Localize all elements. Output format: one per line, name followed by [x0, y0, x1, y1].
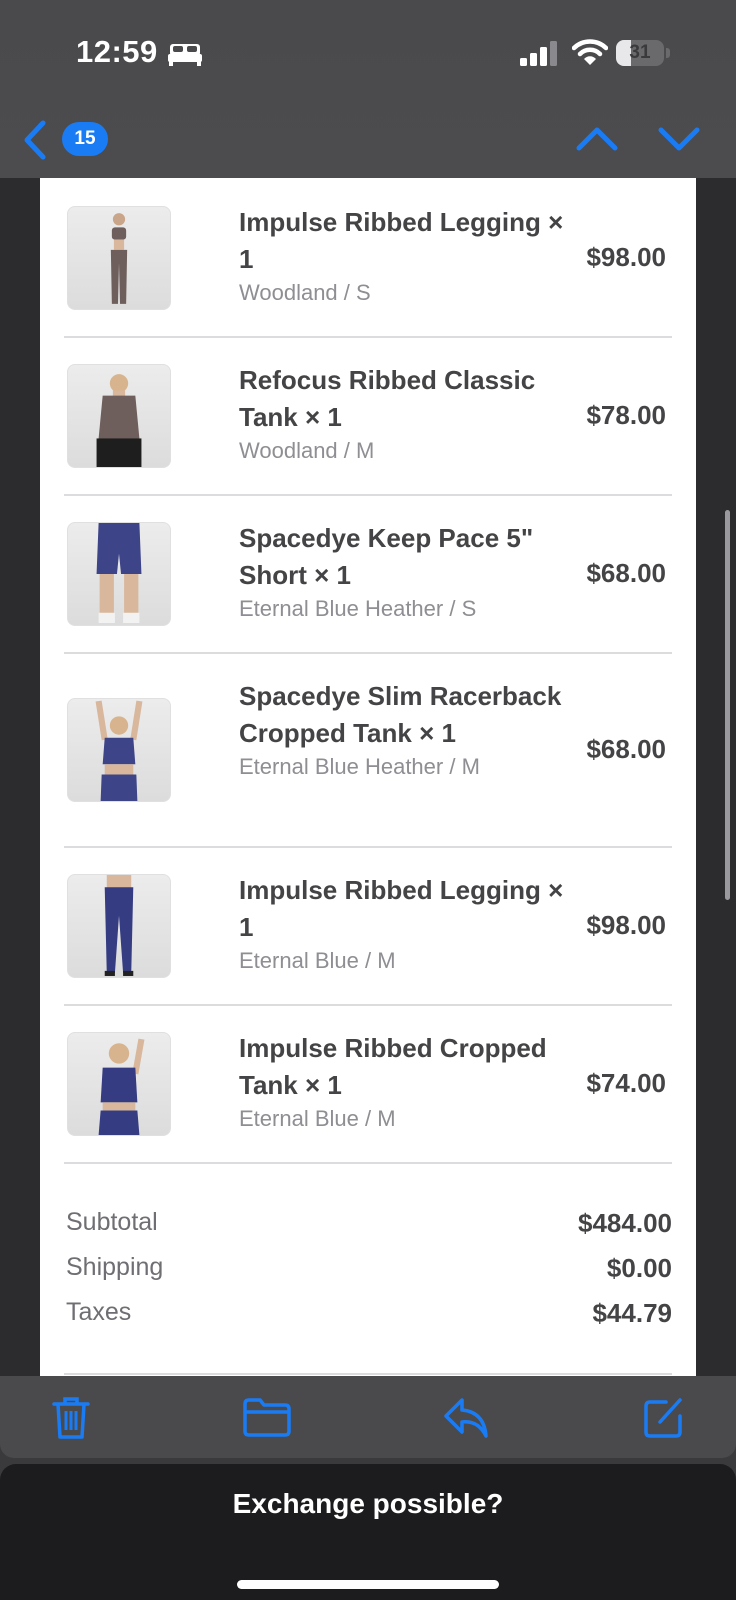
product-image[interactable]: [67, 364, 171, 468]
chevron-down-icon[interactable]: [658, 126, 700, 152]
product-figure-icon: [96, 374, 142, 467]
product-image[interactable]: [67, 698, 171, 802]
reply-icon[interactable]: [442, 1396, 490, 1440]
order-email: Impulse Ribbed Legging × 1 Woodland / S …: [40, 178, 696, 1376]
summary-label: Shipping: [66, 1253, 164, 1281]
battery-percent: 31: [629, 42, 651, 63]
order-line-item: Impulse Ribbed Legging × 1 Eternal Blue …: [64, 846, 672, 1006]
item-name: Impulse Ribbed Legging × 1: [239, 875, 564, 942]
product-figure-icon: [104, 875, 134, 976]
chevron-left-icon[interactable]: [22, 120, 48, 160]
item-variant: Eternal Blue Heather / M: [239, 754, 480, 779]
subtotal-row: Subtotal $484.00: [66, 1208, 672, 1248]
product-image[interactable]: [67, 522, 171, 626]
item-price: $68.00: [586, 558, 666, 588]
item-variant: Eternal Blue Heather / S: [239, 596, 477, 621]
product-figure-icon: [98, 1038, 145, 1135]
item-variant: Woodland / S: [239, 280, 371, 305]
cellular-signal-icon: [520, 41, 557, 66]
battery-indicator: 31: [616, 40, 664, 66]
item-variant: Woodland / M: [239, 438, 375, 463]
summary-value: $44.79: [592, 1298, 672, 1328]
scrollbar-thumb[interactable]: [725, 510, 730, 900]
bottom-sheet[interactable]: Exchange possible?: [0, 1464, 736, 1600]
item-price: $98.00: [586, 910, 666, 940]
chevron-up-icon[interactable]: [576, 126, 618, 152]
top-header: 12:59 31 15: [0, 0, 736, 178]
taxes-row: Taxes $44.79: [66, 1298, 672, 1338]
battery-nub: [666, 48, 670, 58]
compose-icon[interactable]: [642, 1396, 686, 1440]
product-figure-icon: [96, 523, 142, 623]
summary-label: Taxes: [66, 1298, 132, 1326]
item-name: Spacedye Keep Pace 5" Short × 1: [239, 523, 534, 590]
item-price: $78.00: [586, 400, 666, 430]
product-image[interactable]: [67, 874, 171, 978]
item-name: Impulse Ribbed Cropped Tank × 1: [239, 1033, 547, 1100]
item-name: Refocus Ribbed Classic Tank × 1: [239, 365, 536, 432]
sheet-title: Exchange possible?: [232, 1488, 504, 1519]
mail-toolbar: [0, 1376, 736, 1458]
bed-icon: [168, 44, 202, 66]
item-variant: Eternal Blue / M: [239, 948, 396, 973]
item-name: Impulse Ribbed Legging × 1: [239, 207, 564, 274]
item-name: Spacedye Slim Racerback Cropped Tank × 1: [239, 681, 562, 748]
status-time: 12:59: [76, 34, 158, 69]
wifi-icon: [572, 39, 608, 65]
summary-label: Subtotal: [66, 1208, 158, 1236]
product-figure-icon: [110, 213, 128, 304]
product-image[interactable]: [67, 1032, 171, 1136]
shipping-row: Shipping $0.00: [66, 1253, 672, 1293]
home-indicator[interactable]: [237, 1580, 499, 1589]
order-line-item: Spacedye Slim Racerback Cropped Tank × 1…: [64, 652, 672, 848]
summary-value: $0.00: [606, 1253, 672, 1283]
order-line-item: Impulse Ribbed Cropped Tank × 1 Eternal …: [64, 1004, 672, 1164]
item-price: $68.00: [586, 734, 666, 764]
order-line-item: Spacedye Keep Pace 5" Short × 1 Eternal …: [64, 494, 672, 654]
divider: [64, 1373, 672, 1375]
product-figure-icon: [95, 700, 143, 801]
folder-icon[interactable]: [242, 1396, 292, 1438]
item-price: $74.00: [586, 1068, 666, 1098]
order-line-item: Refocus Ribbed Classic Tank × 1 Woodland…: [64, 336, 672, 496]
summary-value: $484.00: [578, 1208, 672, 1238]
item-price: $98.00: [586, 242, 666, 272]
product-image[interactable]: [67, 206, 171, 310]
trash-icon[interactable]: [50, 1396, 92, 1440]
email-body-viewport[interactable]: Impulse Ribbed Legging × 1 Woodland / S …: [0, 178, 736, 1376]
order-line-item: Impulse Ribbed Legging × 1 Woodland / S …: [64, 178, 672, 338]
item-variant: Eternal Blue / M: [239, 1106, 396, 1131]
unread-count-badge[interactable]: 15: [62, 122, 108, 156]
